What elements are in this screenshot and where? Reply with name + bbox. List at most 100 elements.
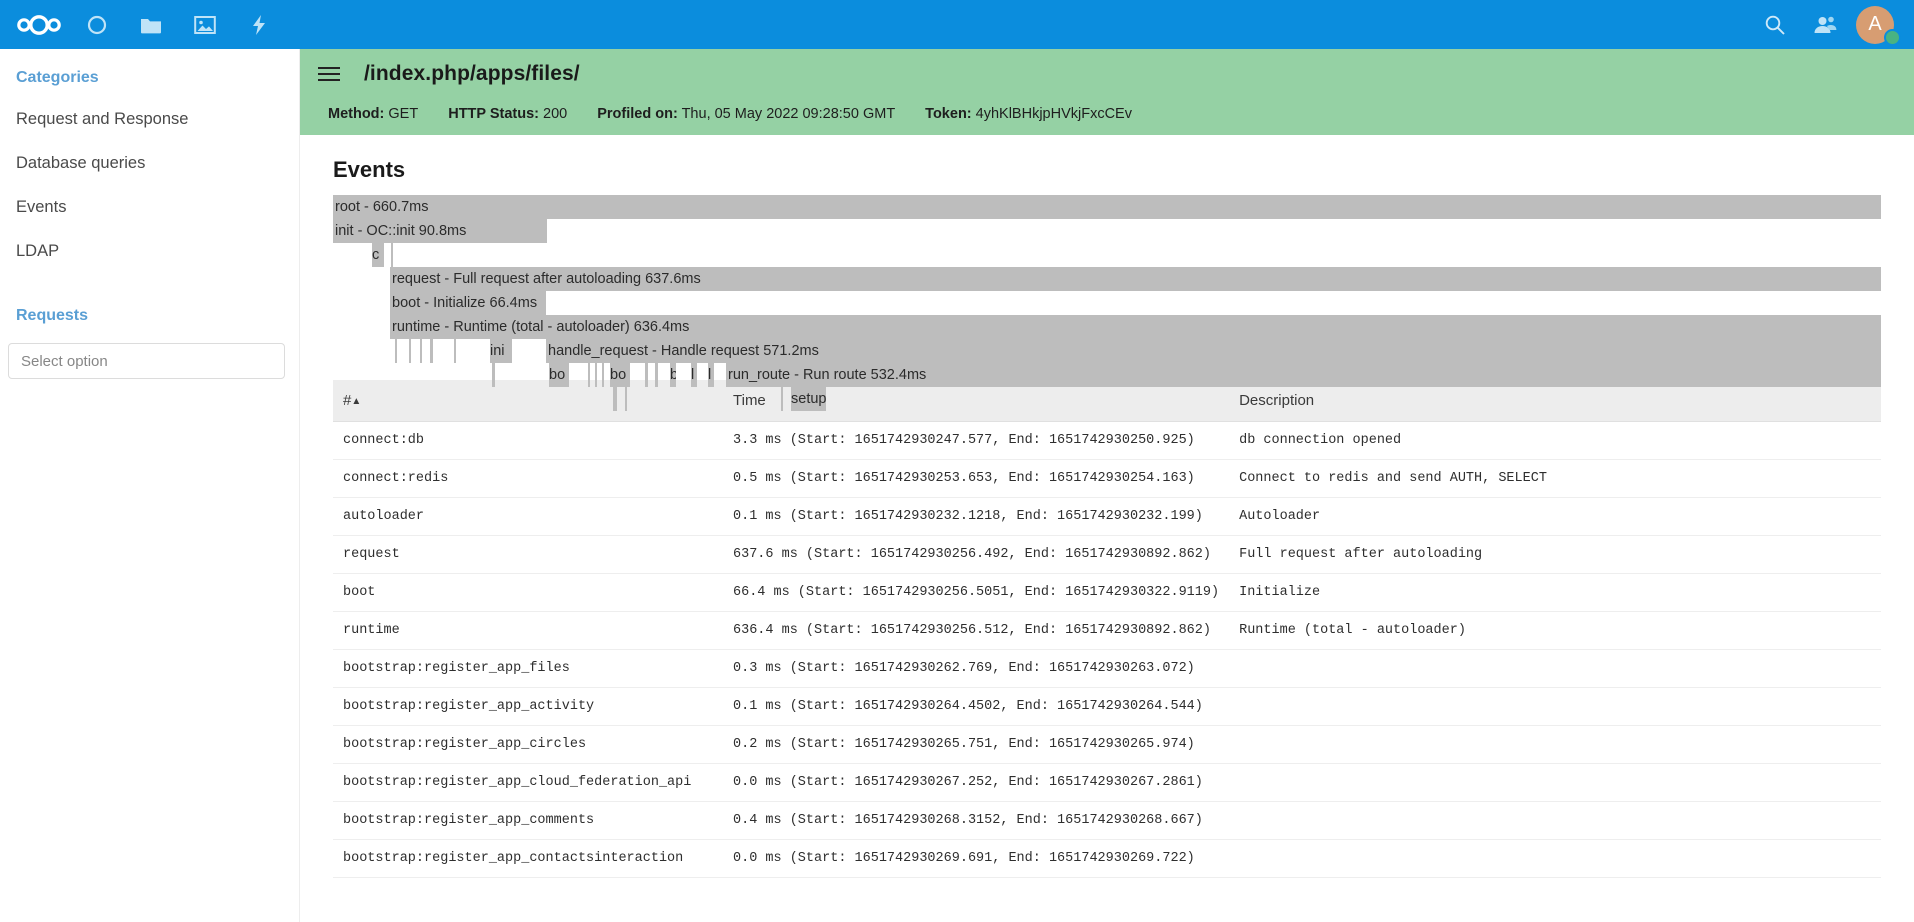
waterfall-bar[interactable] (613, 387, 617, 411)
waterfall-bar[interactable]: run_route - Run route 532.4ms (726, 363, 1881, 387)
event-time: 0.0 ms (Start: 1651742930267.252, End: 1… (723, 764, 1229, 802)
table-row[interactable]: bootstrap:register_app_activity0.1 ms (S… (333, 688, 1881, 726)
waterfall-bar[interactable] (588, 363, 590, 387)
nextcloud-logo[interactable] (8, 0, 70, 49)
event-description (1229, 650, 1881, 688)
activity-icon[interactable] (232, 0, 286, 49)
hamburger-menu-icon[interactable] (318, 63, 344, 85)
avatar[interactable]: A (1856, 3, 1900, 47)
waterfall-bar[interactable] (492, 363, 495, 387)
profile-metadata: Method: GET HTTP Status: 200 Profiled on… (300, 99, 1914, 129)
event-description (1229, 840, 1881, 878)
waterfall-bar[interactable]: setup (791, 387, 826, 411)
waterfall-bar[interactable]: bo (610, 363, 630, 387)
hamburger-line (318, 79, 340, 81)
table-row[interactable]: request637.6 ms (Start: 1651742930256.49… (333, 536, 1881, 574)
hamburger-line (318, 67, 340, 69)
profile-header: /index.php/apps/files/ Method: GET HTTP … (300, 49, 1914, 135)
event-time: 0.4 ms (Start: 1651742930268.3152, End: … (723, 802, 1229, 840)
table-row[interactable]: runtime636.4 ms (Start: 1651742930256.51… (333, 612, 1881, 650)
profile-header-title-row: /index.php/apps/files/ (300, 49, 1914, 99)
table-row[interactable]: connect:db3.3 ms (Start: 1651742930247.5… (333, 422, 1881, 460)
waterfall-bar[interactable]: request - Full request after autoloading… (390, 267, 1881, 291)
waterfall-bar[interactable]: b (670, 363, 676, 387)
event-name: autoloader (333, 498, 723, 536)
event-name: connect:db (333, 422, 723, 460)
meta-http-status-value: 200 (543, 106, 567, 122)
waterfall-bar[interactable] (395, 339, 397, 363)
waterfall-bar[interactable] (595, 363, 597, 387)
meta-http-status: HTTP Status: 200 (448, 106, 567, 122)
waterfall-bar[interactable]: root - 660.7ms (333, 195, 1881, 219)
waterfall-row: runtime - Runtime (total - autoloader) 6… (333, 315, 1881, 339)
events-timeline-waterfall: root - 660.7msinit - OC::init 90.8mscreq… (333, 195, 1881, 380)
event-name: request (333, 536, 723, 574)
waterfall-row: init - OC::init 90.8ms (333, 219, 1881, 243)
waterfall-bar[interactable] (602, 363, 604, 387)
requests-select[interactable]: Select option (8, 343, 285, 379)
waterfall-bar[interactable]: c (372, 243, 384, 267)
table-row[interactable]: connect:redis0.5 ms (Start: 165174293025… (333, 460, 1881, 498)
waterfall-bar[interactable]: handle_request - Handle request 571.2ms (546, 339, 1881, 363)
meta-token-value: 4yhKlBHkjpHVkjFxcCEv (976, 106, 1132, 122)
waterfall-bar[interactable] (391, 243, 393, 267)
event-description: db connection opened (1229, 422, 1881, 460)
event-name: connect:redis (333, 460, 723, 498)
events-table: #▲ Time Description connect:db3.3 ms (St… (333, 380, 1881, 878)
event-time: 0.5 ms (Start: 1651742930253.653, End: 1… (723, 460, 1229, 498)
page-title: /index.php/apps/files/ (364, 62, 580, 86)
event-description (1229, 802, 1881, 840)
event-name: boot (333, 574, 723, 612)
meta-method-value: GET (388, 106, 418, 122)
event-description: Full request after autoloading (1229, 536, 1881, 574)
sidebar-item-request-and-response[interactable]: Request and Response (0, 97, 299, 141)
event-description (1229, 688, 1881, 726)
contacts-icon[interactable] (1800, 0, 1850, 49)
waterfall-bar[interactable]: init - OC::init 90.8ms (333, 219, 547, 243)
requests-select-placeholder: Select option (21, 353, 108, 370)
sidebar-header-categories: Categories (0, 49, 299, 97)
sidebar-item-events[interactable]: Events (0, 185, 299, 229)
waterfall-row: setup (333, 387, 1881, 411)
table-row[interactable]: boot66.4 ms (Start: 1651742930256.5051, … (333, 574, 1881, 612)
event-time: 636.4 ms (Start: 1651742930256.512, End:… (723, 612, 1229, 650)
photos-icon[interactable] (178, 0, 232, 49)
sidebar-header-requests: Requests (0, 273, 299, 335)
status-badge (1884, 29, 1901, 46)
search-icon[interactable] (1750, 0, 1800, 49)
waterfall-bar[interactable] (781, 387, 783, 411)
meta-method: Method: GET (328, 106, 418, 122)
waterfall-bar[interactable]: boot - Initialize 66.4ms (390, 291, 546, 315)
waterfall-bar[interactable]: l (691, 363, 697, 387)
table-row[interactable]: autoloader0.1 ms (Start: 1651742930232.1… (333, 498, 1881, 536)
waterfall-bar[interactable]: l (708, 363, 714, 387)
event-time: 3.3 ms (Start: 1651742930247.577, End: 1… (723, 422, 1229, 460)
event-time: 637.6 ms (Start: 1651742930256.492, End:… (723, 536, 1229, 574)
waterfall-bar[interactable]: ini (490, 339, 512, 363)
waterfall-bar[interactable] (625, 387, 627, 411)
waterfall-bar[interactable] (409, 339, 411, 363)
waterfall-bar[interactable]: bo (549, 363, 569, 387)
waterfall-bar[interactable] (430, 339, 433, 363)
waterfall-bar[interactable] (655, 363, 658, 387)
table-row[interactable]: bootstrap:register_app_cloud_federation_… (333, 764, 1881, 802)
waterfall-bar[interactable] (420, 339, 422, 363)
waterfall-bar[interactable]: runtime - Runtime (total - autoloader) 6… (390, 315, 1881, 339)
event-name: runtime (333, 612, 723, 650)
table-row[interactable]: bootstrap:register_app_contactsinteracti… (333, 840, 1881, 878)
waterfall-bar[interactable] (454, 339, 456, 363)
files-icon[interactable] (124, 0, 178, 49)
event-name: bootstrap:register_app_files (333, 650, 723, 688)
sidebar-item-ldap[interactable]: LDAP (0, 229, 299, 273)
dashboard-icon[interactable] (70, 0, 124, 49)
events-table-body: connect:db3.3 ms (Start: 1651742930247.5… (333, 422, 1881, 878)
event-description: Runtime (total - autoloader) (1229, 612, 1881, 650)
event-name: bootstrap:register_app_contactsinteracti… (333, 840, 723, 878)
event-time: 0.1 ms (Start: 1651742930232.1218, End: … (723, 498, 1229, 536)
table-row[interactable]: bootstrap:register_app_circles0.2 ms (St… (333, 726, 1881, 764)
waterfall-bar[interactable] (645, 363, 648, 387)
hamburger-line (318, 73, 340, 75)
table-row[interactable]: bootstrap:register_app_files0.3 ms (Star… (333, 650, 1881, 688)
sidebar-item-database-queries[interactable]: Database queries (0, 141, 299, 185)
table-row[interactable]: bootstrap:register_app_comments0.4 ms (S… (333, 802, 1881, 840)
